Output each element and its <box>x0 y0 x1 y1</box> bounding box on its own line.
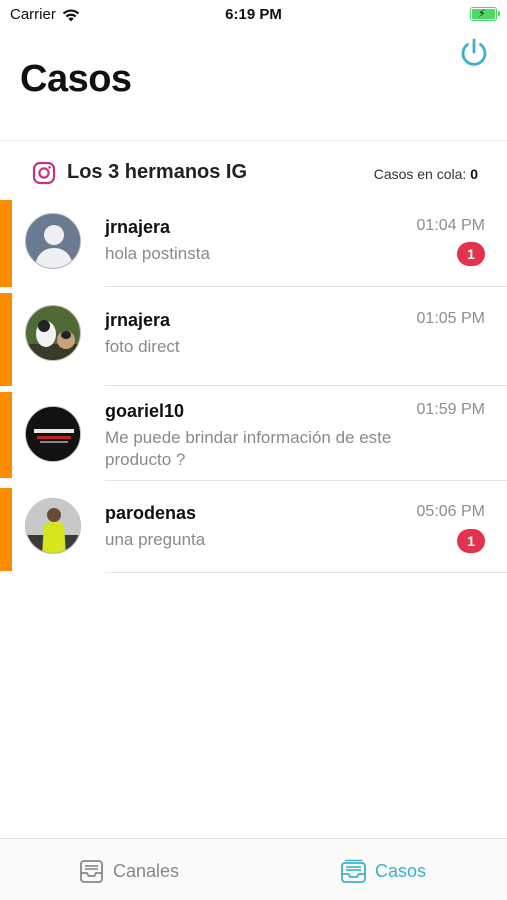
dog-photo-avatar <box>25 305 81 361</box>
case-name: goariel10 <box>105 401 185 421</box>
case-time: 01:04 PM <box>416 217 485 234</box>
case-row[interactable]: goariel10 01:59 PM Me puede brindar info… <box>0 386 507 481</box>
case-status-bar <box>0 392 12 478</box>
case-row[interactable]: jrnajera 01:04 PM hola postinsta 1 <box>0 200 507 287</box>
unread-badge: 1 <box>457 529 485 553</box>
header-divider <box>0 140 507 141</box>
queue-value: 0 <box>470 166 478 182</box>
tab-casos[interactable]: Casos <box>340 856 426 886</box>
case-row[interactable]: jrnajera 01:05 PM foto direct <box>0 293 507 386</box>
row-divider <box>105 286 507 287</box>
tab-casos-label: Casos <box>375 860 427 881</box>
unread-badge: 1 <box>457 242 485 266</box>
case-name: jrnajera <box>105 310 171 330</box>
case-message: foto direct <box>105 337 180 356</box>
tab-canales[interactable]: Canales <box>78 856 179 886</box>
power-icon[interactable] <box>457 36 491 70</box>
case-name: parodenas <box>105 503 197 523</box>
status-bar: Carrier 6:19 PM ⚡ <box>0 0 507 30</box>
case-list: jrnajera 01:04 PM hola postinsta 1 jrnaj… <box>0 200 507 573</box>
case-time: 05:06 PM <box>416 503 485 520</box>
tab-bar: Canales Casos <box>0 838 507 900</box>
row-divider <box>105 572 507 573</box>
case-message: hola postinsta <box>105 244 210 263</box>
case-time: 01:05 PM <box>416 310 485 327</box>
case-status-bar <box>0 200 12 287</box>
case-message: una pregunta <box>105 530 206 549</box>
channel-header: Los 3 hermanos IG Casos en cola: 0 <box>0 153 507 193</box>
battery-icon: ⚡ <box>470 7 500 21</box>
case-name: jrnajera <box>105 217 171 237</box>
queue-label: Casos en cola: <box>373 166 467 182</box>
tab-canales-label: Canales <box>113 860 180 881</box>
default-avatar <box>25 213 81 269</box>
case-row[interactable]: parodenas 05:06 PM una pregunta 1 <box>0 481 507 573</box>
page-title: Casos <box>20 58 132 100</box>
logo-photo-avatar <box>25 406 81 462</box>
channel-name: Los 3 hermanos IG <box>67 161 248 183</box>
case-status-bar <box>0 488 12 571</box>
case-message: Me puede brindar información de este pro… <box>105 428 392 469</box>
status-time: 6:19 PM <box>225 6 282 23</box>
queue-count: Casos en cola: 0 <box>374 166 478 182</box>
inbox-stack-icon <box>341 859 366 883</box>
case-status-bar <box>0 293 12 386</box>
inbox-icon <box>80 859 103 883</box>
instagram-icon <box>32 161 56 185</box>
case-time: 01:59 PM <box>416 401 485 418</box>
person-photo-avatar <box>25 498 81 554</box>
